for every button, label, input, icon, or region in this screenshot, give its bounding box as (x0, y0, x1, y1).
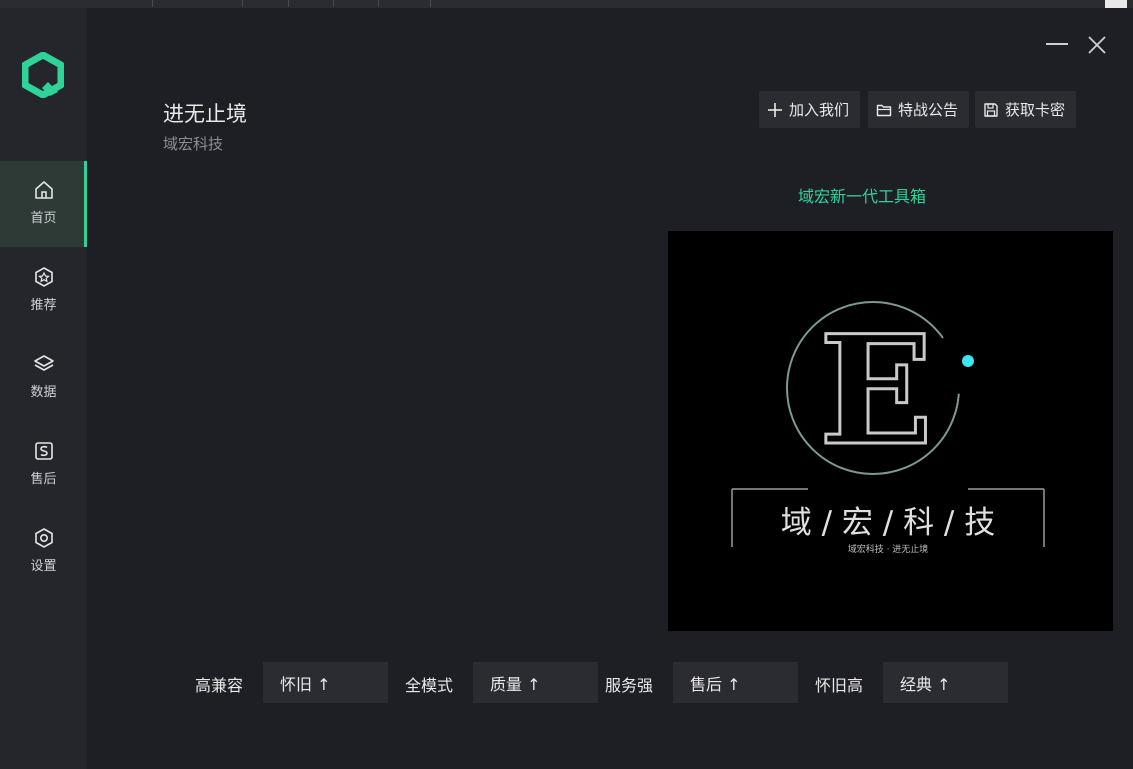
strip-segment (333, 0, 379, 7)
save-icon (984, 102, 998, 117)
sidebar-item-label: 售后 (30, 472, 57, 487)
stat-label-nostalgia-high: 怀旧高 (815, 676, 864, 695)
brand-logo-graphic: E 域 / 宏 / 科 / 技 域宏科技 · 进无止境 (731, 301, 1045, 555)
sidebar-item-label: 推荐 (30, 298, 57, 313)
close-icon[interactable] (1086, 34, 1108, 56)
recommend-icon (34, 267, 53, 287)
sidebar-item-label: 首页 (30, 211, 57, 226)
brand-banner: E 域 / 宏 / 科 / 技 域宏科技 · 进无止境 (668, 231, 1113, 631)
strip-segment (242, 0, 289, 7)
sidebar-item-data[interactable]: 数据 (0, 335, 87, 421)
banner-dot (962, 355, 974, 367)
settings-icon (34, 528, 53, 548)
background-window-strip (0, 0, 1133, 8)
page-subtitle: 域宏科技 (163, 135, 224, 153)
sidebar-item-aftersales[interactable]: 售后 (0, 422, 87, 508)
page-title: 进无止境 (163, 102, 247, 126)
announcement-button[interactable]: 特战公告 (868, 91, 969, 128)
sidebar-item-settings[interactable]: 设置 (0, 509, 87, 595)
sidebar-item-recommend[interactable]: 推荐 (0, 248, 87, 334)
folder-icon (876, 104, 892, 116)
get-card-key-button[interactable]: 获取卡密 (975, 91, 1076, 128)
stat-value-quality[interactable]: 质量 ↑ (473, 662, 598, 703)
minimize-button[interactable] (1046, 43, 1068, 45)
strip-segment (0, 0, 153, 7)
banner-tagline: 域宏科技 · 进无止境 (848, 543, 929, 555)
stat-value-aftersales[interactable]: 售后 ↑ (673, 662, 798, 703)
sidebar-item-home[interactable]: 首页 (0, 161, 87, 247)
sidebar-item-label: 数据 (30, 385, 57, 400)
home-icon (34, 181, 53, 199)
layers-icon (33, 355, 54, 371)
stat-value-nostalgia[interactable]: 怀旧 ↑ (263, 662, 388, 703)
sidebar-item-label: 设置 (30, 559, 57, 574)
stat-value-classic[interactable]: 经典 ↑ (883, 662, 1008, 703)
banner-headline: 域 / 宏 / 科 / 技 (781, 505, 995, 541)
strip-corner (1105, 0, 1127, 8)
join-us-label: 加入我们 (789, 101, 850, 119)
toolbox-title: 域宏新一代工具箱 (798, 187, 927, 206)
stat-label-mode: 全模式 (405, 676, 454, 695)
app-logo-icon (22, 52, 64, 98)
get-card-key-label: 获取卡密 (1005, 101, 1066, 119)
strip-segment (152, 0, 243, 7)
announcement-label: 特战公告 (898, 101, 959, 119)
stat-label-service: 服务强 (605, 676, 654, 695)
plus-icon (768, 102, 782, 117)
strip-segment (378, 0, 431, 7)
stat-label-compat: 高兼容 (195, 676, 244, 695)
join-us-button[interactable]: 加入我们 (759, 91, 860, 128)
strip-segment (288, 0, 334, 7)
sidebar: 首页 推荐 数据 售后 设置 (0, 8, 87, 769)
service-icon (34, 442, 53, 460)
banner-letter: E (819, 303, 933, 479)
